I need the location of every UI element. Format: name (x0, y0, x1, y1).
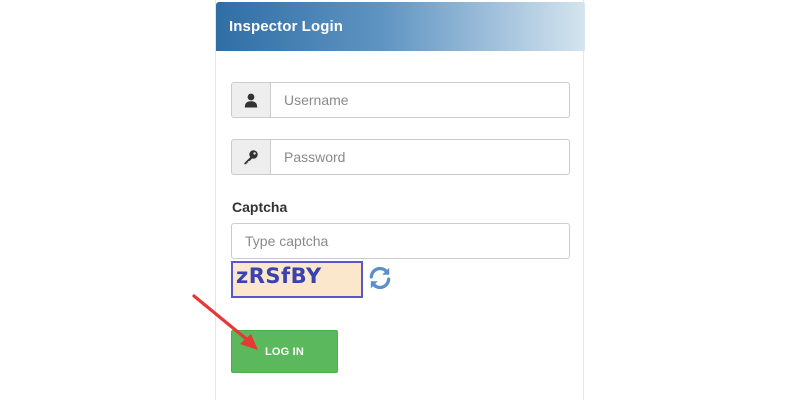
password-addon (231, 139, 271, 175)
red-arrow-annotation (192, 294, 258, 350)
captcha-image-text: zRSfBY (236, 264, 322, 288)
panel-header: Inspector Login (216, 2, 585, 51)
password-input[interactable] (271, 139, 570, 175)
captcha-label: Captcha (232, 199, 288, 215)
password-group (231, 139, 570, 175)
panel-title: Inspector Login (229, 18, 343, 35)
captcha-input[interactable] (231, 223, 570, 259)
user-icon (244, 93, 258, 107)
username-input[interactable] (271, 82, 570, 118)
page: Inspector Login Captcha zRSfBY (0, 0, 800, 400)
refresh-icon[interactable] (367, 265, 393, 291)
username-addon (231, 82, 271, 118)
key-icon (244, 150, 258, 165)
username-group (231, 82, 570, 118)
